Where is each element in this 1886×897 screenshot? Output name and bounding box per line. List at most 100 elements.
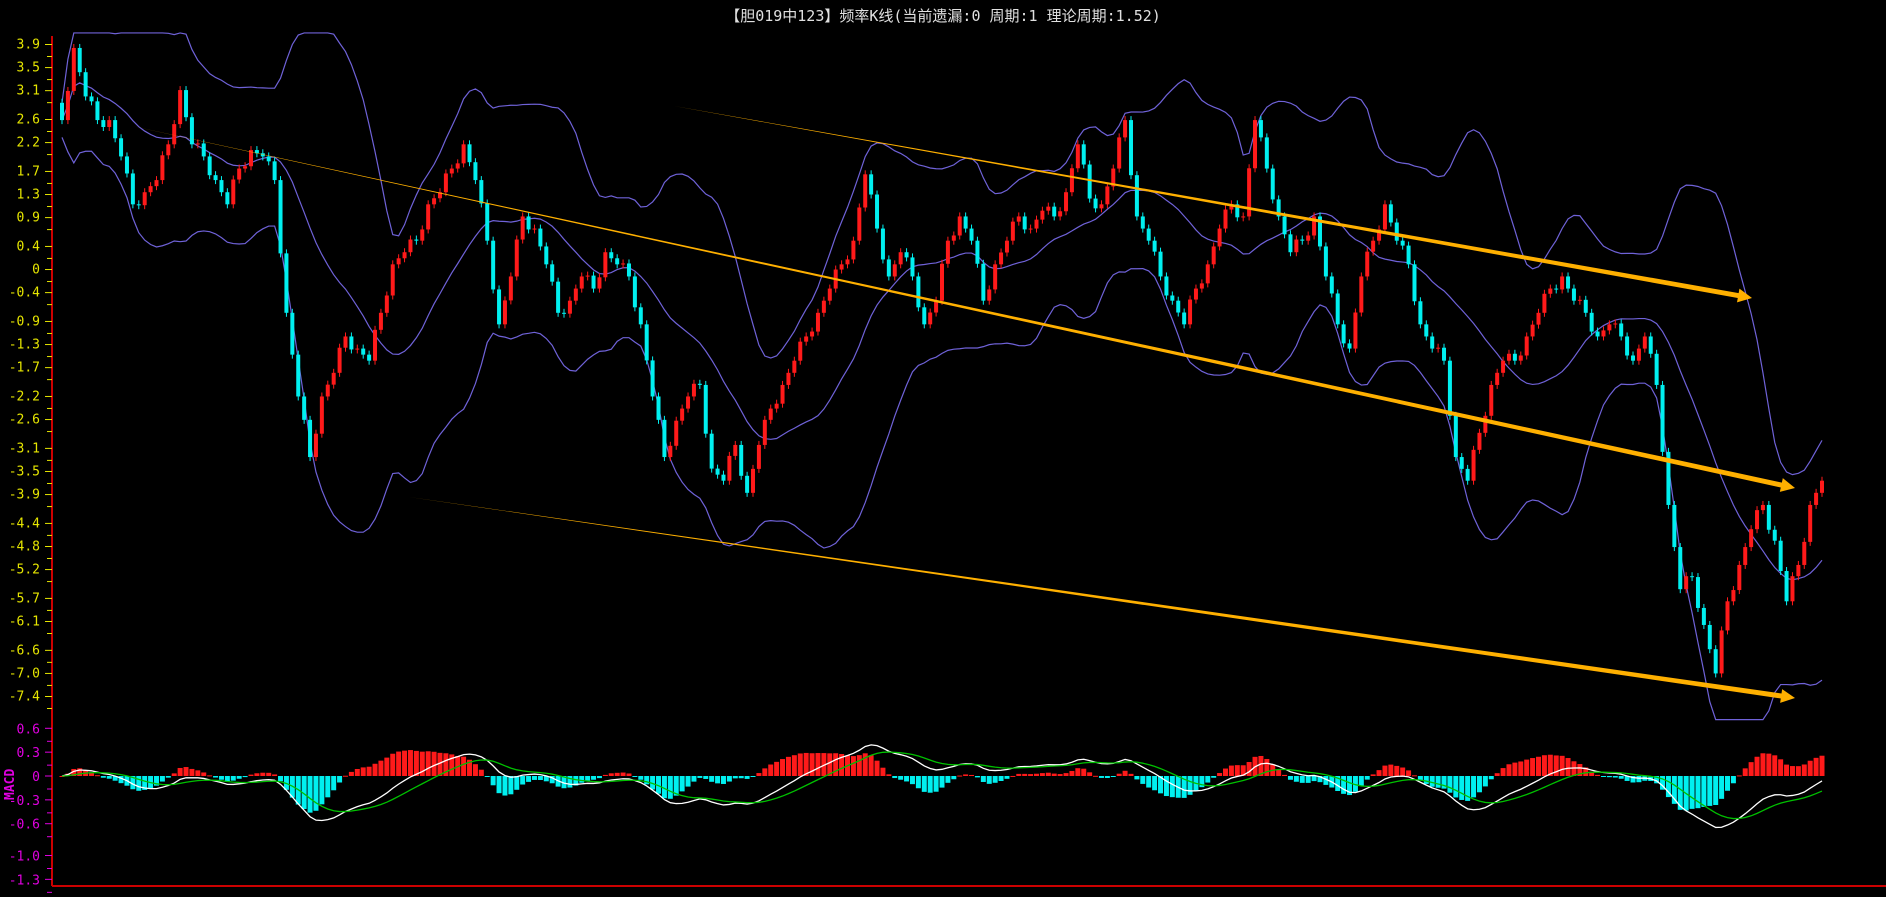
- candle-down: [290, 312, 295, 355]
- y-tick-label: -5.2: [9, 563, 40, 578]
- macd-bar: [951, 776, 957, 780]
- macd-bar: [1276, 769, 1282, 776]
- macd-bar: [608, 773, 614, 776]
- macd-bar: [472, 764, 478, 776]
- y-tick-label: 0.9: [17, 211, 40, 226]
- macd-bar: [207, 775, 213, 777]
- candle-down: [1554, 288, 1559, 290]
- candle-up: [1536, 312, 1541, 325]
- candle-up: [1577, 299, 1582, 301]
- macd-bar: [1287, 776, 1293, 780]
- candle-down: [1459, 457, 1464, 469]
- macd-label: MACD: [3, 769, 18, 800]
- candle-down: [1022, 216, 1027, 230]
- candle-down: [479, 180, 484, 204]
- macd-bar: [886, 774, 892, 776]
- candle-down: [609, 252, 614, 259]
- candle-up: [172, 124, 177, 145]
- macd-bar: [390, 753, 396, 776]
- candle-up: [426, 204, 431, 230]
- macd-bar: [278, 776, 284, 782]
- candle-up: [1731, 590, 1736, 602]
- macd-bar: [248, 774, 254, 776]
- candle-up: [1353, 312, 1358, 349]
- candle-down: [1140, 216, 1145, 229]
- candle-up: [107, 120, 112, 128]
- candle-up: [1530, 324, 1535, 337]
- macd-bar: [254, 773, 260, 776]
- candle-down: [89, 96, 94, 102]
- candle-down: [591, 275, 596, 289]
- candle-down: [886, 259, 891, 277]
- candle-down: [662, 419, 667, 458]
- macd-bar: [413, 750, 419, 776]
- macd-bar: [337, 776, 343, 783]
- candle-down: [302, 396, 307, 420]
- y-tick-label: 2.2: [17, 136, 40, 151]
- macd-tick-label: 0: [32, 770, 40, 785]
- macd-bar: [1246, 762, 1252, 776]
- macd-bar: [508, 776, 514, 795]
- y-tick-label: -2.2: [9, 389, 40, 404]
- macd-bar: [921, 776, 927, 792]
- macd-bar: [579, 776, 585, 783]
- candle-down: [1625, 336, 1630, 356]
- macd-bar: [1406, 770, 1412, 776]
- macd-bar: [1358, 776, 1364, 786]
- candle-down: [1784, 571, 1789, 602]
- candle-up: [993, 264, 998, 290]
- candle-down: [1093, 198, 1098, 209]
- macd-bar: [183, 767, 189, 776]
- macd-bar: [1494, 773, 1500, 776]
- macd-bar: [502, 776, 508, 796]
- candle-down: [1465, 468, 1470, 481]
- macd-bar: [431, 751, 437, 776]
- macd-bar: [230, 776, 236, 781]
- candle-down: [562, 312, 567, 314]
- macd-bar: [1093, 775, 1099, 777]
- macd-bar: [939, 776, 945, 788]
- macd-bar: [1772, 755, 1778, 776]
- macd-bar: [1116, 773, 1122, 776]
- candle-up: [674, 420, 679, 446]
- candle-up: [148, 186, 153, 193]
- candle-up: [461, 144, 466, 164]
- candle-down: [721, 474, 726, 481]
- candle-down: [266, 156, 271, 162]
- candle-up: [1749, 529, 1754, 548]
- candle-up: [999, 252, 1004, 265]
- candle-down: [1713, 649, 1718, 674]
- candle-down: [1323, 246, 1328, 277]
- y-tick-label: -5.7: [9, 591, 40, 606]
- candle-down: [349, 336, 354, 350]
- candle-up: [1524, 336, 1529, 356]
- candle-up: [1518, 355, 1523, 361]
- candle-up: [945, 240, 950, 264]
- candle-up: [343, 336, 348, 348]
- candle-down: [219, 180, 224, 193]
- candle-down: [975, 240, 980, 264]
- macd-bar: [1536, 756, 1542, 776]
- boll-middle: [61, 82, 1823, 581]
- candle-up: [798, 341, 803, 361]
- candle-down: [632, 276, 637, 308]
- candle-down: [1052, 206, 1057, 217]
- macd-bar: [514, 776, 520, 790]
- macd-bar: [396, 751, 402, 776]
- macd-bar: [1784, 764, 1790, 776]
- macd-bar: [520, 776, 526, 785]
- boll-lower: [61, 137, 1823, 721]
- macd-bar: [195, 770, 201, 776]
- candle-up: [1365, 251, 1370, 277]
- macd-bar: [892, 776, 898, 779]
- macd-bar: [378, 760, 384, 776]
- candle-down: [1430, 336, 1435, 349]
- candle-down: [1347, 343, 1352, 349]
- candle-up: [1069, 168, 1074, 193]
- candle-up: [1199, 283, 1204, 289]
- macd-bar: [632, 776, 638, 777]
- macd-bar: [331, 776, 337, 791]
- macd-bar: [484, 776, 490, 777]
- macd-bar: [313, 776, 319, 811]
- macd-bar: [1234, 765, 1240, 776]
